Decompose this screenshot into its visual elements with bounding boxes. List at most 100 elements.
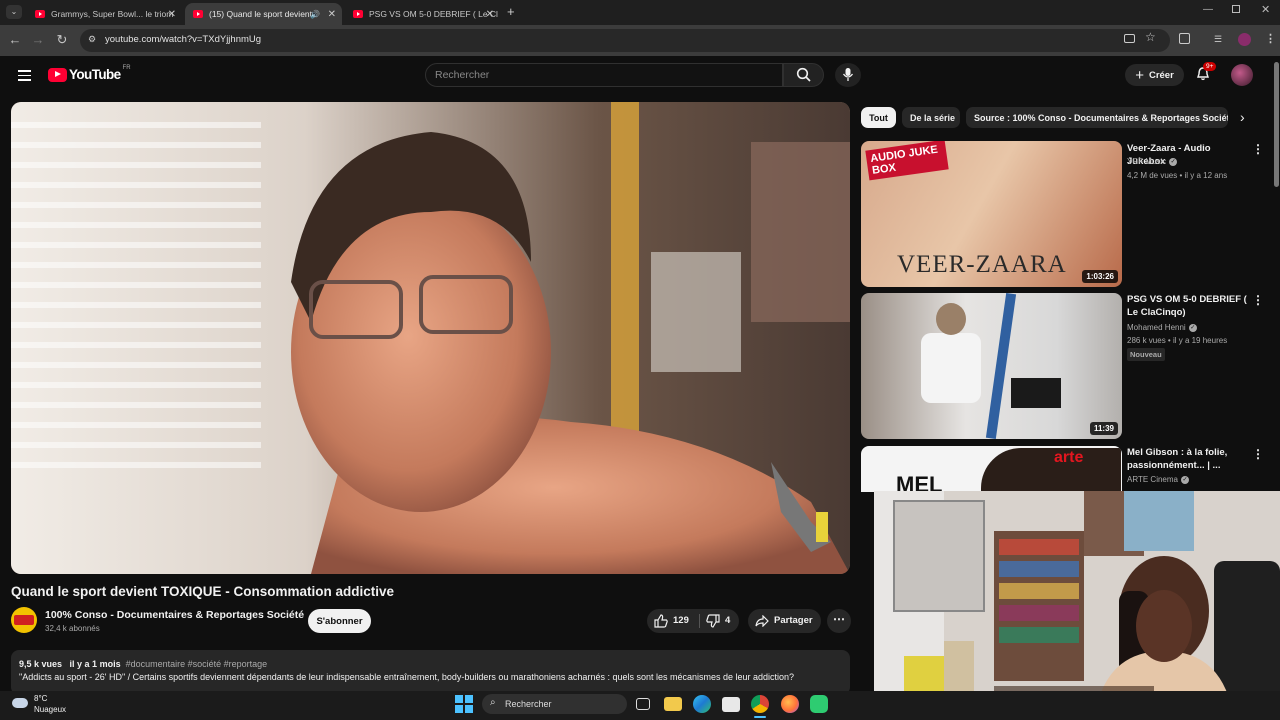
minimize-icon[interactable]: —: [1203, 4, 1213, 15]
thumbs-down-icon: [706, 614, 720, 628]
recommendation-menu-icon[interactable]: ⋮: [1252, 142, 1264, 156]
account-avatar[interactable]: [1231, 64, 1253, 86]
tab-list-dropdown-icon[interactable]: ⌄: [6, 5, 22, 19]
chip-source[interactable]: Source : 100% Conso - Documentaires & Re…: [966, 107, 1228, 128]
thumbs-up-icon: [654, 614, 668, 628]
recommendation-menu-icon[interactable]: ⋮: [1252, 293, 1264, 307]
webcam-overlay: [874, 491, 1280, 720]
region-label: FR: [122, 64, 131, 71]
voice-search-button[interactable]: [835, 63, 861, 87]
cast-icon[interactable]: [1124, 34, 1135, 43]
recommendation-thumbnail[interactable]: AUDIO JUKE BOX VEER-ZAARA 1:03:26: [861, 141, 1122, 287]
file-explorer-icon[interactable]: [664, 697, 682, 711]
subscribe-button[interactable]: S'abonner: [308, 609, 371, 633]
reading-list-icon[interactable]: ☰: [1214, 34, 1222, 45]
app-icon[interactable]: [810, 695, 828, 713]
like-button[interactable]: 129: [647, 609, 699, 633]
video-frame-image: [11, 102, 850, 574]
windows-start-icon[interactable]: [455, 695, 473, 713]
url-text: youtube.com/watch?v=TXdYjjhnmUg: [105, 34, 262, 45]
recommendation-meta: 4,2 M de vues • il y a 12 ans: [1127, 171, 1228, 180]
chip-series[interactable]: De la série: [902, 107, 960, 128]
verified-icon: ✓: [1169, 157, 1178, 166]
site-info-icon[interactable]: ⚙: [88, 34, 96, 45]
more-actions-icon[interactable]: ⋯: [827, 609, 851, 633]
cloud-icon: [12, 698, 28, 708]
speaker-icon[interactable]: 🔊: [310, 10, 320, 19]
dislike-button[interactable]: 4: [700, 609, 739, 633]
channel-avatar[interactable]: [11, 607, 37, 633]
browser-tab[interactable]: Grammys, Super Bowl... le triom ✕: [27, 3, 182, 25]
video-title: Quand le sport devient TOXIQUE - Consomm…: [11, 584, 395, 599]
close-window-icon[interactable]: ✕: [1261, 3, 1270, 16]
taskbar-search[interactable]: ⌕ Rechercher: [482, 694, 627, 714]
chip-all[interactable]: Tout: [861, 107, 896, 128]
notification-badge: 9+: [1203, 62, 1217, 71]
tab-title: Grammys, Super Bowl... le triom: [51, 9, 174, 19]
thumbnail-tag: AUDIO JUKE BOX: [865, 141, 949, 181]
recommendation-thumbnail[interactable]: MEL arte: [861, 446, 1122, 492]
youtube-favicon-icon: [35, 10, 45, 18]
share-button[interactable]: Partager: [748, 609, 821, 633]
search-icon: ⌕: [490, 697, 496, 708]
search-placeholder: Rechercher: [435, 69, 490, 81]
close-tab-icon[interactable]: ✕: [328, 9, 336, 20]
weather-desc: Nuageux: [34, 705, 67, 714]
reload-icon[interactable]: ↻: [53, 31, 71, 49]
chips-next-arrow-icon[interactable]: ›: [1240, 109, 1245, 125]
close-tab-icon[interactable]: ✕: [168, 9, 176, 20]
subscriber-count: 32,4 k abonnés: [45, 624, 100, 633]
weather-widget[interactable]: 8°C Nuageux: [10, 693, 90, 718]
taskbar-search-label: Rechercher: [505, 699, 552, 709]
page-scrollbar[interactable]: [1274, 62, 1279, 187]
thumbnail-tag: arte: [1054, 449, 1084, 466]
forward-icon[interactable]: →: [29, 31, 47, 49]
notifications-bell-icon[interactable]: 9+: [1195, 62, 1217, 82]
store-icon[interactable]: [722, 697, 740, 712]
recommendation-title[interactable]: Mel Gibson : à la folie, passionnément..…: [1127, 446, 1247, 472]
like-dislike-group: 129 4: [647, 609, 739, 633]
restore-icon[interactable]: [1232, 5, 1240, 13]
weather-temp: 8°C: [34, 694, 48, 703]
extensions-icon[interactable]: [1179, 33, 1190, 44]
recommendation-channel[interactable]: ARTE Cinema ✓: [1127, 475, 1189, 484]
close-tab-icon[interactable]: ✕: [486, 9, 494, 20]
share-label: Partager: [774, 615, 813, 626]
firefox-icon[interactable]: [781, 695, 799, 713]
webcam-image: [874, 491, 1280, 720]
recommendation-channel[interactable]: YRF Music ✓: [1127, 157, 1178, 166]
browser-menu-icon[interactable]: ⋮: [1265, 32, 1276, 45]
search-icon: [796, 67, 811, 82]
recommendation-thumbnail[interactable]: 11:39: [861, 293, 1122, 439]
search-button[interactable]: [783, 63, 824, 87]
youtube-favicon-icon: [353, 10, 363, 18]
youtube-play-icon: [48, 67, 67, 82]
youtube-logo[interactable]: YouTube FR: [48, 64, 131, 82]
profile-icon[interactable]: [1238, 33, 1251, 46]
youtube-favicon-icon: [193, 10, 203, 18]
back-icon[interactable]: ←: [6, 31, 24, 49]
browser-tab[interactable]: PSG VS OM 5-0 DEBRIEF ( Le Cl ✕: [345, 3, 500, 25]
recommendation-menu-icon[interactable]: ⋮: [1252, 447, 1264, 461]
recommendation-title[interactable]: PSG VS OM 5-0 DEBRIEF ( Le ClaCinqo): [1127, 293, 1247, 319]
recommendation-channel[interactable]: Mohamed Henni ✓: [1127, 323, 1197, 332]
dislike-count: 4: [725, 615, 731, 626]
browser-tab-active[interactable]: (15) Quand le sport devient 🔊 ✕: [185, 3, 342, 25]
bookmark-star-icon[interactable]: ☆: [1145, 30, 1156, 44]
create-button[interactable]: + Créer: [1125, 64, 1184, 86]
plus-icon: +: [1135, 66, 1144, 84]
share-arrow-icon: [755, 615, 769, 627]
description-text: "Addicts au sport - 26' HD" / Certains s…: [19, 672, 795, 682]
active-app-indicator: [754, 716, 766, 718]
chrome-icon[interactable]: [751, 695, 769, 713]
new-tab-icon[interactable]: +: [507, 4, 515, 19]
edge-icon[interactable]: [693, 695, 711, 713]
channel-name[interactable]: 100% Conso - Documentaires & Reportages …: [45, 609, 304, 621]
new-badge: Nouveau: [1127, 348, 1165, 361]
video-player[interactable]: [11, 102, 850, 574]
hashtags[interactable]: #documentaire #société #reportage: [126, 659, 268, 669]
browser-tab-bar: ⌄ Grammys, Super Bowl... le triom ✕ (15)…: [0, 0, 1280, 25]
verified-icon: ✓: [1180, 475, 1189, 484]
task-view-icon[interactable]: [636, 698, 650, 710]
hamburger-menu-icon[interactable]: [18, 67, 31, 84]
